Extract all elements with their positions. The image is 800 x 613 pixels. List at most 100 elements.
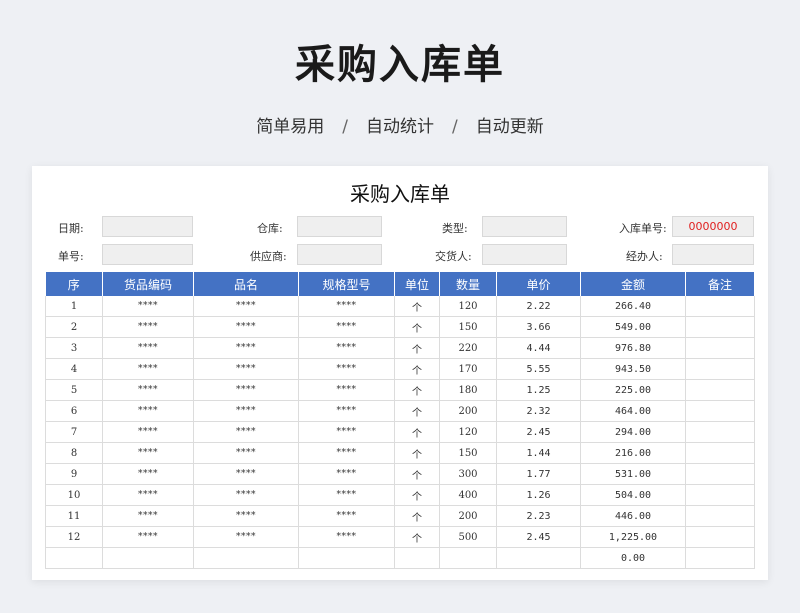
col-remark-cell[interactable] bbox=[685, 400, 755, 422]
col-unit-cell[interactable]: 个 bbox=[394, 421, 440, 443]
col-unit-cell[interactable]: 个 bbox=[394, 296, 440, 317]
col-spec-cell[interactable]: **** bbox=[298, 316, 395, 338]
type-field[interactable] bbox=[482, 216, 567, 237]
col-amount-cell[interactable]: 294.00 bbox=[580, 421, 686, 443]
col-product-name-cell[interactable]: **** bbox=[193, 400, 299, 422]
col-amount-cell[interactable]: 943.50 bbox=[580, 358, 686, 380]
col-item-code-cell[interactable]: **** bbox=[102, 400, 194, 422]
col-spec-header[interactable]: 规格型号 bbox=[298, 272, 395, 296]
col-amount-header[interactable]: 金额 bbox=[580, 272, 686, 296]
col-product-name-cell[interactable]: **** bbox=[193, 296, 299, 317]
col-spec-cell[interactable]: **** bbox=[298, 442, 395, 464]
col-unit-price-cell[interactable]: 2.45 bbox=[496, 526, 581, 548]
col-remark-cell[interactable] bbox=[685, 484, 755, 506]
col-index-cell[interactable]: 11 bbox=[45, 505, 103, 527]
col-index-cell[interactable]: 2 bbox=[45, 316, 103, 338]
col-amount-cell[interactable]: 531.00 bbox=[580, 463, 686, 485]
col-spec-cell[interactable]: **** bbox=[298, 337, 395, 359]
col-quantity-cell[interactable]: 200 bbox=[439, 505, 497, 527]
col-unit-price-cell[interactable]: 2.22 bbox=[496, 296, 581, 317]
col-quantity-cell[interactable] bbox=[439, 547, 497, 569]
col-amount-cell[interactable]: 266.40 bbox=[580, 296, 686, 317]
col-product-name-cell[interactable]: **** bbox=[193, 484, 299, 506]
col-unit-cell[interactable]: 个 bbox=[394, 442, 440, 464]
col-unit-cell[interactable]: 个 bbox=[394, 400, 440, 422]
col-spec-cell[interactable]: **** bbox=[298, 358, 395, 380]
col-spec-cell[interactable]: **** bbox=[298, 526, 395, 548]
col-index-cell[interactable]: 8 bbox=[45, 442, 103, 464]
col-unit-cell[interactable]: 个 bbox=[394, 484, 440, 506]
col-unit-price-cell[interactable]: 5.55 bbox=[496, 358, 581, 380]
col-index-cell[interactable]: 12 bbox=[45, 526, 103, 548]
col-product-name-header[interactable]: 品名 bbox=[193, 272, 299, 296]
col-quantity-cell[interactable]: 120 bbox=[439, 421, 497, 443]
col-amount-cell[interactable]: 976.80 bbox=[580, 337, 686, 359]
col-spec-cell[interactable] bbox=[298, 547, 395, 569]
col-product-name-cell[interactable]: **** bbox=[193, 316, 299, 338]
col-index-cell[interactable]: 9 bbox=[45, 463, 103, 485]
col-amount-cell[interactable]: 0.00 bbox=[580, 547, 686, 569]
col-item-code-cell[interactable]: **** bbox=[102, 484, 194, 506]
col-remark-cell[interactable] bbox=[685, 379, 755, 401]
col-spec-cell[interactable]: **** bbox=[298, 400, 395, 422]
col-amount-cell[interactable]: 1,225.00 bbox=[580, 526, 686, 548]
col-spec-cell[interactable]: **** bbox=[298, 296, 395, 317]
col-remark-cell[interactable] bbox=[685, 463, 755, 485]
col-index-cell[interactable] bbox=[45, 547, 103, 569]
col-quantity-cell[interactable]: 500 bbox=[439, 526, 497, 548]
col-unit-price-cell[interactable]: 1.26 bbox=[496, 484, 581, 506]
col-amount-cell[interactable]: 549.00 bbox=[580, 316, 686, 338]
col-quantity-cell[interactable]: 170 bbox=[439, 358, 497, 380]
col-unit-price-cell[interactable]: 2.32 bbox=[496, 400, 581, 422]
col-unit-cell[interactable]: 个 bbox=[394, 358, 440, 380]
col-quantity-cell[interactable]: 150 bbox=[439, 442, 497, 464]
col-unit-cell[interactable]: 个 bbox=[394, 379, 440, 401]
col-item-code-header[interactable]: 货品编码 bbox=[102, 272, 194, 296]
col-index-header[interactable]: 序 bbox=[45, 272, 103, 296]
col-index-cell[interactable]: 3 bbox=[45, 337, 103, 359]
col-product-name-cell[interactable]: **** bbox=[193, 421, 299, 443]
col-item-code-cell[interactable]: **** bbox=[102, 337, 194, 359]
col-item-code-cell[interactable]: **** bbox=[102, 421, 194, 443]
col-item-code-cell[interactable]: **** bbox=[102, 379, 194, 401]
col-quantity-cell[interactable]: 300 bbox=[439, 463, 497, 485]
col-item-code-cell[interactable]: **** bbox=[102, 316, 194, 338]
col-item-code-cell[interactable]: **** bbox=[102, 296, 194, 317]
col-unit-price-cell[interactable]: 3.66 bbox=[496, 316, 581, 338]
col-product-name-cell[interactable]: **** bbox=[193, 379, 299, 401]
col-remark-cell[interactable] bbox=[685, 442, 755, 464]
col-spec-cell[interactable]: **** bbox=[298, 379, 395, 401]
col-item-code-cell[interactable]: **** bbox=[102, 526, 194, 548]
col-quantity-header[interactable]: 数量 bbox=[439, 272, 497, 296]
col-remark-cell[interactable] bbox=[685, 337, 755, 359]
warehouse-field[interactable] bbox=[297, 216, 382, 237]
col-remark-cell[interactable] bbox=[685, 526, 755, 548]
col-quantity-cell[interactable]: 150 bbox=[439, 316, 497, 338]
date-field[interactable] bbox=[102, 216, 193, 237]
col-product-name-cell[interactable] bbox=[193, 547, 299, 569]
col-remark-cell[interactable] bbox=[685, 316, 755, 338]
col-unit-cell[interactable]: 个 bbox=[394, 505, 440, 527]
col-unit-cell[interactable] bbox=[394, 547, 440, 569]
col-index-cell[interactable]: 10 bbox=[45, 484, 103, 506]
col-unit-cell[interactable]: 个 bbox=[394, 316, 440, 338]
deliverer-field[interactable] bbox=[482, 244, 567, 265]
col-unit-header[interactable]: 单位 bbox=[394, 272, 440, 296]
col-quantity-cell[interactable]: 200 bbox=[439, 400, 497, 422]
col-unit-price-cell[interactable] bbox=[496, 547, 581, 569]
col-unit-price-cell[interactable]: 4.44 bbox=[496, 337, 581, 359]
col-product-name-cell[interactable]: **** bbox=[193, 337, 299, 359]
col-amount-cell[interactable]: 216.00 bbox=[580, 442, 686, 464]
col-amount-cell[interactable]: 446.00 bbox=[580, 505, 686, 527]
handler-field[interactable] bbox=[672, 244, 754, 265]
col-amount-cell[interactable]: 225.00 bbox=[580, 379, 686, 401]
col-product-name-cell[interactable]: **** bbox=[193, 505, 299, 527]
col-product-name-cell[interactable]: **** bbox=[193, 526, 299, 548]
col-item-code-cell[interactable]: **** bbox=[102, 505, 194, 527]
col-spec-cell[interactable]: **** bbox=[298, 505, 395, 527]
col-item-code-cell[interactable]: **** bbox=[102, 442, 194, 464]
col-index-cell[interactable]: 1 bbox=[45, 296, 103, 317]
col-remark-cell[interactable] bbox=[685, 296, 755, 317]
col-remark-cell[interactable] bbox=[685, 421, 755, 443]
col-product-name-cell[interactable]: **** bbox=[193, 442, 299, 464]
